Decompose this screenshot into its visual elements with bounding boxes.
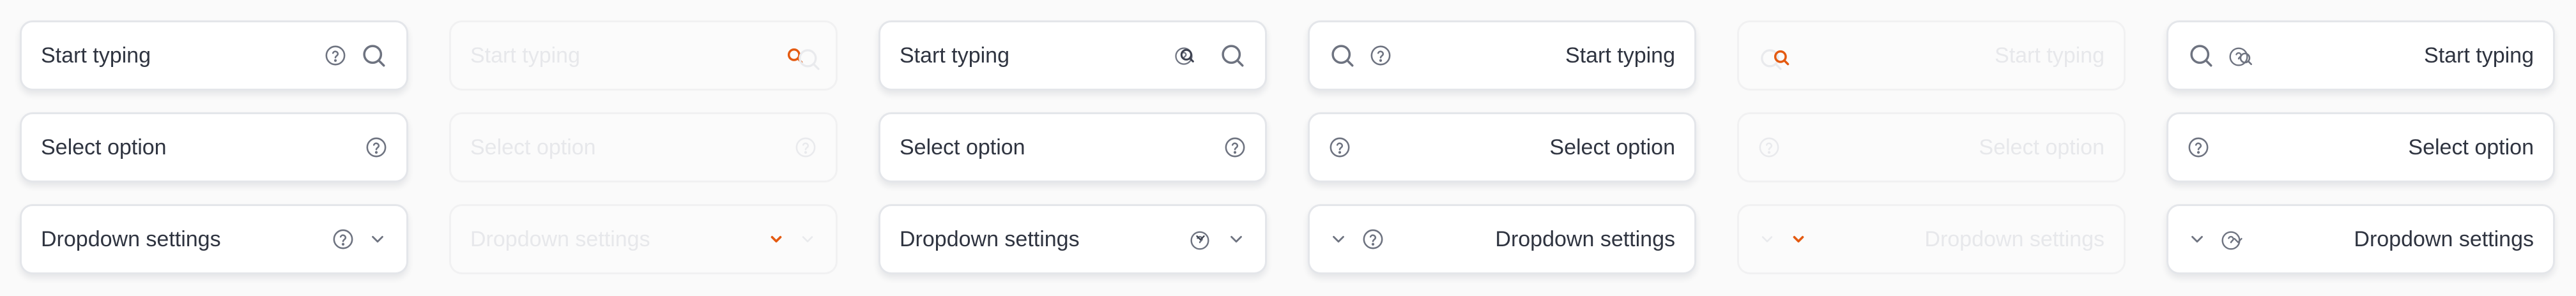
search-input-label: Start typing [470,43,580,68]
panel-disabled-rtl: Start typing Select option Dropdown sett… [1717,0,2147,296]
help-circle-icon[interactable] [1329,137,1351,158]
select-input[interactable]: Select option [2166,112,2555,182]
search-icon[interactable] [360,42,387,69]
search-input-label: Start typing [41,43,151,68]
icon-stack[interactable] [2221,226,2251,252]
dropdown-input-label: Dropdown settings [1495,226,1675,251]
select-input[interactable]: Select option [1308,112,1696,182]
select-input[interactable]: Select option [20,112,408,182]
select-input-label: Select option [900,135,1025,159]
help-circle-icon[interactable] [365,137,387,158]
help-circle-icon[interactable] [325,45,346,66]
chevron-down-icon[interactable] [2188,230,2207,249]
chevron-down-icon-small [1193,230,1208,244]
search-input-label: Start typing [900,43,1009,68]
chevron-down-highlight-icon [1790,231,1807,248]
search-input: Start typing [449,20,838,91]
panel-disabled-ltr: Start typing Select option Dropdown sett… [429,0,859,296]
search-icon-small [1178,47,1196,64]
search-icon-highlight [1772,48,1790,66]
help-circle-icon[interactable] [2188,137,2209,158]
select-input-label: Select option [2408,135,2534,159]
dropdown-input-label: Dropdown settings [41,226,221,251]
chevron-down-icon-small [2231,233,2245,247]
help-circle-icon[interactable] [1370,45,1392,66]
chevron-down-icon [1758,230,1776,248]
search-input[interactable]: Start typing [1308,20,1696,91]
search-input[interactable]: Start typing [20,20,408,91]
panel-overlap-rtl: Start typing Select option Dropdown sett… [2147,0,2576,296]
help-circle-icon [1758,137,1780,158]
select-input-label: Select option [41,135,167,159]
search-icon[interactable] [1219,42,1246,69]
dropdown-input-label: Dropdown settings [2354,226,2534,251]
dropdown-input[interactable]: Dropdown settings [2166,204,2555,274]
search-input-label: Start typing [2424,43,2534,68]
dropdown-input[interactable]: Dropdown settings [1308,204,1696,274]
chevron-down-icon [799,230,816,248]
icon-stack[interactable] [1190,226,1213,252]
search-icon[interactable] [1329,42,1356,69]
search-input: Start typing [1737,20,2126,91]
dropdown-input[interactable]: Dropdown settings [878,204,1267,274]
panel-default-ltr: Start typing Select option Dropdown sett… [0,0,429,296]
help-circle-icon[interactable] [332,228,354,250]
icon-stack[interactable] [1174,43,1205,68]
search-icon[interactable] [2188,42,2214,69]
panel-default-rtl: Start typing Select option Dropdown sett… [1288,0,1717,296]
select-input-label: Select option [1979,135,2104,159]
select-input: Select option [1737,112,2126,182]
select-input: Select option [449,112,838,182]
dropdown-input-label: Dropdown settings [1924,226,2104,251]
help-circle-icon[interactable] [1224,137,1246,158]
chevron-down-icon[interactable] [1227,230,1246,249]
search-input[interactable]: Start typing [2166,20,2555,91]
panel-overlap-ltr: Start typing Select option Dropdown sett… [859,0,1288,296]
help-circle-icon[interactable] [1362,228,1384,250]
chevron-down-icon[interactable] [368,230,387,249]
search-input-label: Start typing [1995,43,2104,68]
select-input[interactable]: Select option [878,112,1267,182]
icon-stack [786,43,820,70]
select-input-label: Select option [1549,135,1675,159]
chevron-down-icon[interactable] [1329,230,1348,249]
chevron-down-highlight-icon [768,231,785,248]
dropdown-input-label: Dropdown settings [900,226,1080,251]
search-icon [796,47,822,72]
help-circle-icon [795,137,816,158]
dropdown-input: Dropdown settings [449,204,838,274]
select-input-label: Select option [470,135,596,159]
search-icon-small [2237,50,2254,67]
search-input[interactable]: Start typing [878,20,1267,91]
icon-stack [1758,43,1790,70]
dropdown-input: Dropdown settings [1737,204,2126,274]
icon-stack[interactable] [2228,43,2259,68]
dropdown-input[interactable]: Dropdown settings [20,204,408,274]
search-input-label: Start typing [1565,43,1675,68]
dropdown-input-label: Dropdown settings [470,226,650,251]
